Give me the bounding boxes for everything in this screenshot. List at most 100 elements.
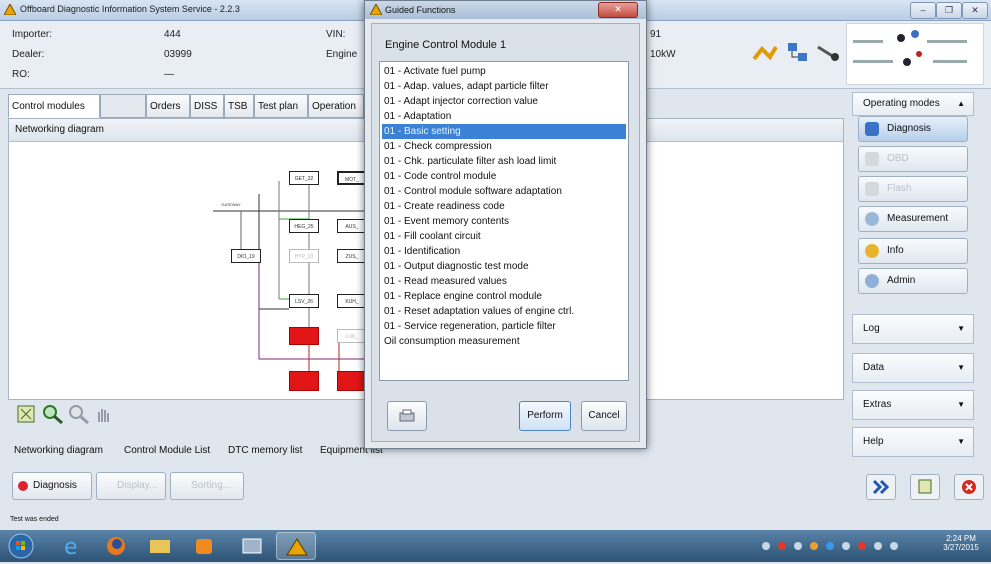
info-label: Info bbox=[887, 245, 904, 256]
admin-icon bbox=[865, 274, 879, 288]
node-hyp-03[interactable]: HYP_03 bbox=[289, 249, 319, 263]
chevron-down-icon: ▼ bbox=[957, 437, 965, 446]
node-fault-3[interactable] bbox=[337, 371, 367, 391]
function-list-item[interactable]: Oil consumption measurement bbox=[382, 334, 626, 349]
chevron-down-icon: ▼ bbox=[957, 363, 965, 372]
layout-button[interactable] bbox=[910, 474, 940, 500]
measurement-button[interactable]: Measurement bbox=[858, 206, 968, 232]
perform-button[interactable]: Perform bbox=[519, 401, 571, 431]
flash-label: Flash bbox=[887, 183, 912, 194]
diagnosis-icon bbox=[865, 122, 879, 136]
log-label: Log bbox=[863, 323, 880, 334]
function-list-item[interactable]: 01 - Event memory contents bbox=[382, 214, 626, 229]
minimize-button[interactable]: – bbox=[910, 2, 936, 19]
system-tray-icons[interactable] bbox=[758, 538, 918, 554]
tab-blank[interactable] bbox=[100, 94, 146, 118]
sorting-button[interactable]: Sorting... bbox=[170, 472, 244, 500]
tab-diss[interactable]: DISS bbox=[190, 94, 224, 118]
node-mot[interactable]: MOT_ bbox=[337, 171, 367, 185]
help-dropdown[interactable]: Help ▼ bbox=[852, 427, 974, 457]
pan-hand-icon[interactable] bbox=[96, 406, 110, 427]
function-list-item[interactable]: 01 - Service regeneration, particle filt… bbox=[382, 319, 626, 334]
dialog-title-bar: Guided Functions ✕ bbox=[365, 1, 646, 19]
zoom-out-icon[interactable] bbox=[68, 404, 90, 427]
function-list-item[interactable]: 01 - Activate fuel pump bbox=[382, 64, 626, 79]
taskbar-explorer-icon[interactable] bbox=[140, 532, 180, 560]
function-list-item[interactable]: 01 - Code control module bbox=[382, 169, 626, 184]
tab-operation[interactable]: Operation bbox=[308, 94, 364, 118]
function-list-item[interactable]: 01 - Chk. particulate filter ash load li… bbox=[382, 154, 626, 169]
data-dropdown[interactable]: Data ▼ bbox=[852, 353, 974, 383]
close-button[interactable]: ✕ bbox=[962, 2, 988, 19]
diagnosis-button[interactable]: Diagnosis bbox=[12, 472, 92, 500]
function-list-item[interactable]: 01 - Check compression bbox=[382, 139, 626, 154]
tab-control-modules[interactable]: Control modules bbox=[8, 94, 100, 118]
function-list-item[interactable]: 01 - Basic setting bbox=[382, 124, 626, 139]
importer-value: 444 bbox=[164, 29, 181, 40]
node-luk[interactable]: LUK_ bbox=[337, 329, 367, 343]
chevron-down-icon: ▼ bbox=[957, 324, 965, 333]
forward-button[interactable] bbox=[866, 474, 896, 500]
tab-test-plan[interactable]: Test plan bbox=[254, 94, 308, 118]
obd-button[interactable]: OBD bbox=[858, 146, 968, 172]
network-icon bbox=[786, 41, 810, 68]
function-list-item[interactable]: 01 - Adapt injector correction value bbox=[382, 94, 626, 109]
dialog-heading: Engine Control Module 1 bbox=[385, 39, 507, 51]
info-button[interactable]: Info bbox=[858, 238, 968, 264]
node-fault-2[interactable] bbox=[289, 371, 319, 391]
app-logo-icon bbox=[3, 2, 17, 16]
tab-control-module-list[interactable]: Control Module List bbox=[122, 440, 212, 462]
tab-orders[interactable]: Orders bbox=[146, 94, 190, 118]
extras-dropdown[interactable]: Extras ▼ bbox=[852, 390, 974, 420]
taskbar-app-icon[interactable] bbox=[232, 532, 272, 560]
exit-button[interactable] bbox=[954, 474, 984, 500]
function-list-item[interactable]: 01 - Identification bbox=[382, 244, 626, 259]
fit-view-icon[interactable] bbox=[16, 404, 36, 427]
cancel-button[interactable]: Cancel bbox=[581, 401, 627, 431]
function-list-item[interactable]: 01 - Control module software adaptation bbox=[382, 184, 626, 199]
dialog-close-button[interactable]: ✕ bbox=[598, 2, 638, 18]
node-lsv-26[interactable]: LSV_26 bbox=[289, 294, 319, 308]
start-button[interactable] bbox=[6, 532, 36, 560]
diagnosis-mode-button[interactable]: Diagnosis bbox=[858, 116, 968, 142]
taskbar-firefox-icon[interactable] bbox=[96, 532, 136, 560]
extras-label: Extras bbox=[863, 399, 892, 410]
function-list-item[interactable]: 01 - Reset adaptation values of engine c… bbox=[382, 304, 626, 319]
function-list[interactable]: 01 - Activate fuel pump 01 - Adap. values… bbox=[379, 61, 629, 381]
log-dropdown[interactable]: Log ▼ bbox=[852, 314, 974, 344]
tab-tsb[interactable]: TSB bbox=[224, 94, 254, 118]
dialog-tool-button[interactable] bbox=[387, 401, 427, 431]
function-list-item[interactable]: 01 - Replace engine control module bbox=[382, 289, 626, 304]
vehicle-interface-icon bbox=[816, 43, 840, 66]
function-list-item[interactable]: 01 - Output diagnostic test mode bbox=[382, 259, 626, 274]
display-button[interactable]: Display... bbox=[96, 472, 166, 500]
node-aus[interactable]: AUS_ bbox=[337, 219, 367, 233]
operating-modes-header[interactable]: Operating modes ▲ bbox=[852, 92, 974, 116]
tab-dtc-memory-list[interactable]: DTC memory list bbox=[226, 440, 304, 462]
node-kuh[interactable]: KUH_ bbox=[337, 294, 367, 308]
clock[interactable]: 2:24 PM 3/27/2015 bbox=[938, 534, 984, 552]
function-list-item[interactable]: 01 - Create readiness code bbox=[382, 199, 626, 214]
function-list-item[interactable]: 01 - Adap. values, adapt particle filter bbox=[382, 79, 626, 94]
taskbar-ie-icon[interactable]: e bbox=[52, 532, 92, 560]
node-heg-25[interactable]: HEG_25 bbox=[289, 219, 319, 233]
node-fault-1[interactable] bbox=[289, 327, 319, 345]
taskbar-odis-icon[interactable] bbox=[276, 532, 316, 560]
admin-button[interactable]: Admin bbox=[858, 268, 968, 294]
zoom-in-icon[interactable] bbox=[42, 404, 64, 427]
node-zus[interactable]: ZUS_ bbox=[337, 249, 367, 263]
diagnosis-button-label: Diagnosis bbox=[33, 480, 77, 491]
taskbar-media-icon[interactable] bbox=[184, 532, 224, 560]
function-list-item[interactable]: 01 - Fill coolant circuit bbox=[382, 229, 626, 244]
importer-label: Importer: bbox=[12, 29, 53, 40]
function-list-item[interactable]: 01 - Adaptation bbox=[382, 109, 626, 124]
tab-networking-diagram[interactable]: Networking diagram bbox=[12, 440, 105, 462]
maximize-button[interactable]: ❐ bbox=[936, 2, 962, 19]
vin-value: 91 bbox=[650, 29, 662, 40]
node-get-32[interactable]: GET_32 bbox=[289, 171, 319, 185]
app-logo-icon bbox=[370, 4, 382, 15]
node-dio-19[interactable]: DIO_19 bbox=[231, 249, 261, 263]
data-label: Data bbox=[863, 362, 885, 373]
function-list-item[interactable]: 01 - Read measured values bbox=[382, 274, 626, 289]
flash-button[interactable]: Flash bbox=[858, 176, 968, 202]
